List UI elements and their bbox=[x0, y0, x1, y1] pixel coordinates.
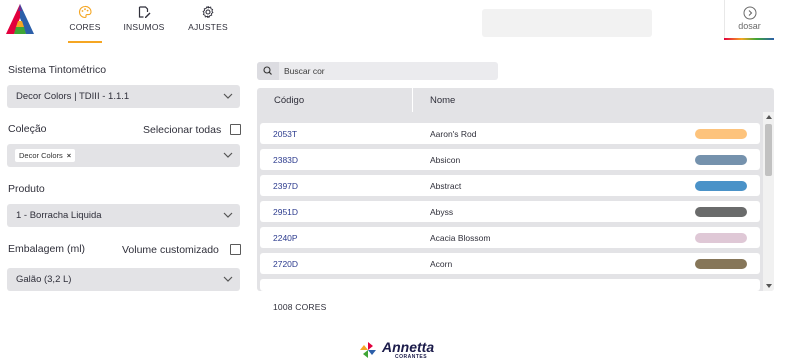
volume-custom-checkbox[interactable] bbox=[230, 244, 241, 255]
embalagem-select[interactable]: Galão (3,2 L) bbox=[7, 268, 240, 291]
table-row[interactable]: 2053T Aaron's Rod bbox=[260, 123, 760, 144]
color-name: Acacia Blossom bbox=[430, 233, 491, 243]
header-placeholder-box bbox=[482, 9, 652, 37]
color-code: 2383D bbox=[273, 155, 299, 165]
embalagem-label: Embalagem (ml) bbox=[8, 243, 86, 255]
color-code: 2397D bbox=[273, 181, 299, 191]
scroll-down-arrow-icon[interactable] bbox=[766, 284, 772, 288]
table-row[interactable]: 2951D Abyss bbox=[260, 201, 760, 222]
tab-ajustes[interactable]: AJUSTES bbox=[187, 3, 229, 43]
chip-remove-icon[interactable]: × bbox=[67, 151, 71, 160]
colecao-chip: Decor Colors × bbox=[15, 149, 76, 162]
color-name: Aaron's Rod bbox=[430, 129, 477, 139]
select-all-label: Selecionar todas bbox=[143, 124, 222, 136]
tab-cores[interactable]: CORES bbox=[68, 3, 102, 43]
chevron-down-icon bbox=[223, 93, 233, 99]
table-row[interactable]: 2397D Abstract bbox=[260, 175, 760, 196]
scrollbar-thumb[interactable] bbox=[765, 124, 772, 176]
sistema-label: Sistema Tintométrico bbox=[8, 64, 107, 76]
search-icon bbox=[263, 66, 272, 75]
color-name: Absicon bbox=[430, 155, 461, 165]
color-swatch bbox=[695, 233, 747, 243]
chevron-down-icon bbox=[223, 152, 233, 158]
colecao-chip-label: Decor Colors bbox=[19, 151, 63, 160]
edit-note-icon bbox=[138, 6, 151, 18]
chevron-right-circle-icon bbox=[743, 6, 756, 20]
brand-name: Annetta bbox=[382, 339, 435, 355]
color-swatch bbox=[695, 129, 747, 139]
color-code: 2720D bbox=[273, 259, 299, 269]
brand-color-bar bbox=[724, 38, 774, 40]
table-row[interactable]: 2383D Absicon bbox=[260, 149, 760, 170]
color-name: Abyss bbox=[430, 207, 454, 217]
dosar-label: dosar bbox=[738, 21, 761, 31]
color-code: 2240P bbox=[273, 233, 298, 243]
brand-subtitle: CORANTES bbox=[395, 354, 428, 360]
dosar-button[interactable]: dosar bbox=[724, 0, 774, 40]
search-icon-box[interactable] bbox=[257, 62, 279, 80]
annetta-brand-logo: Annetta CORANTES bbox=[359, 339, 444, 361]
palette-icon bbox=[79, 5, 92, 19]
table-row[interactable]: 2720D Acorn bbox=[260, 253, 760, 274]
table-row[interactable]: 2240P Acacia Blossom bbox=[260, 227, 760, 248]
color-swatch bbox=[695, 259, 747, 269]
produto-label: Produto bbox=[8, 183, 45, 195]
chevron-down-icon bbox=[223, 276, 233, 282]
column-divider bbox=[412, 88, 413, 112]
tab-insumos[interactable]: INSUMOS bbox=[121, 3, 167, 43]
color-name: Acorn bbox=[430, 259, 453, 269]
column-header-name[interactable]: Nome bbox=[430, 95, 455, 106]
table-header: Código Nome bbox=[257, 88, 774, 112]
top-bar: CORES INSUMOS AJUSTES dosar bbox=[0, 0, 800, 46]
app-logo bbox=[6, 4, 34, 34]
color-swatch bbox=[695, 207, 747, 217]
search-bar bbox=[257, 62, 498, 80]
embalagem-value: Galão (3,2 L) bbox=[16, 274, 72, 285]
color-code: 2951D bbox=[273, 207, 299, 217]
colecao-select[interactable]: Decor Colors × bbox=[7, 144, 240, 167]
colecao-label: Coleção bbox=[8, 123, 47, 135]
color-swatch bbox=[695, 155, 747, 165]
colors-table: Código Nome 2053T Aaron's Rod 2383D Absi… bbox=[257, 88, 774, 291]
color-code: 2053T bbox=[273, 129, 298, 139]
color-name: Abstract bbox=[430, 181, 462, 191]
table-row-partial[interactable] bbox=[260, 279, 760, 291]
table-scrollbar[interactable] bbox=[763, 112, 774, 291]
produto-select[interactable]: 1 - Borracha Liquida bbox=[7, 204, 240, 227]
tab-ajustes-label: AJUSTES bbox=[188, 22, 228, 32]
pinwheel-logo-icon bbox=[360, 342, 376, 358]
chevron-down-icon bbox=[223, 212, 233, 218]
volume-custom-label: Volume customizado bbox=[122, 244, 219, 256]
gear-icon bbox=[202, 5, 214, 19]
sistema-value: Decor Colors | TDIII - 1.1.1 bbox=[16, 91, 130, 102]
select-all-checkbox[interactable] bbox=[230, 124, 241, 135]
tab-insumos-label: INSUMOS bbox=[123, 22, 165, 32]
sistema-select[interactable]: Decor Colors | TDIII - 1.1.1 bbox=[7, 85, 240, 108]
column-header-code[interactable]: Código bbox=[274, 95, 304, 106]
tab-cores-label: CORES bbox=[69, 22, 101, 32]
color-swatch bbox=[695, 181, 747, 191]
search-input[interactable] bbox=[284, 64, 484, 78]
produto-value: 1 - Borracha Liquida bbox=[16, 210, 102, 221]
color-count: 1008 CORES bbox=[273, 302, 327, 312]
scroll-up-arrow-icon[interactable] bbox=[766, 115, 772, 119]
